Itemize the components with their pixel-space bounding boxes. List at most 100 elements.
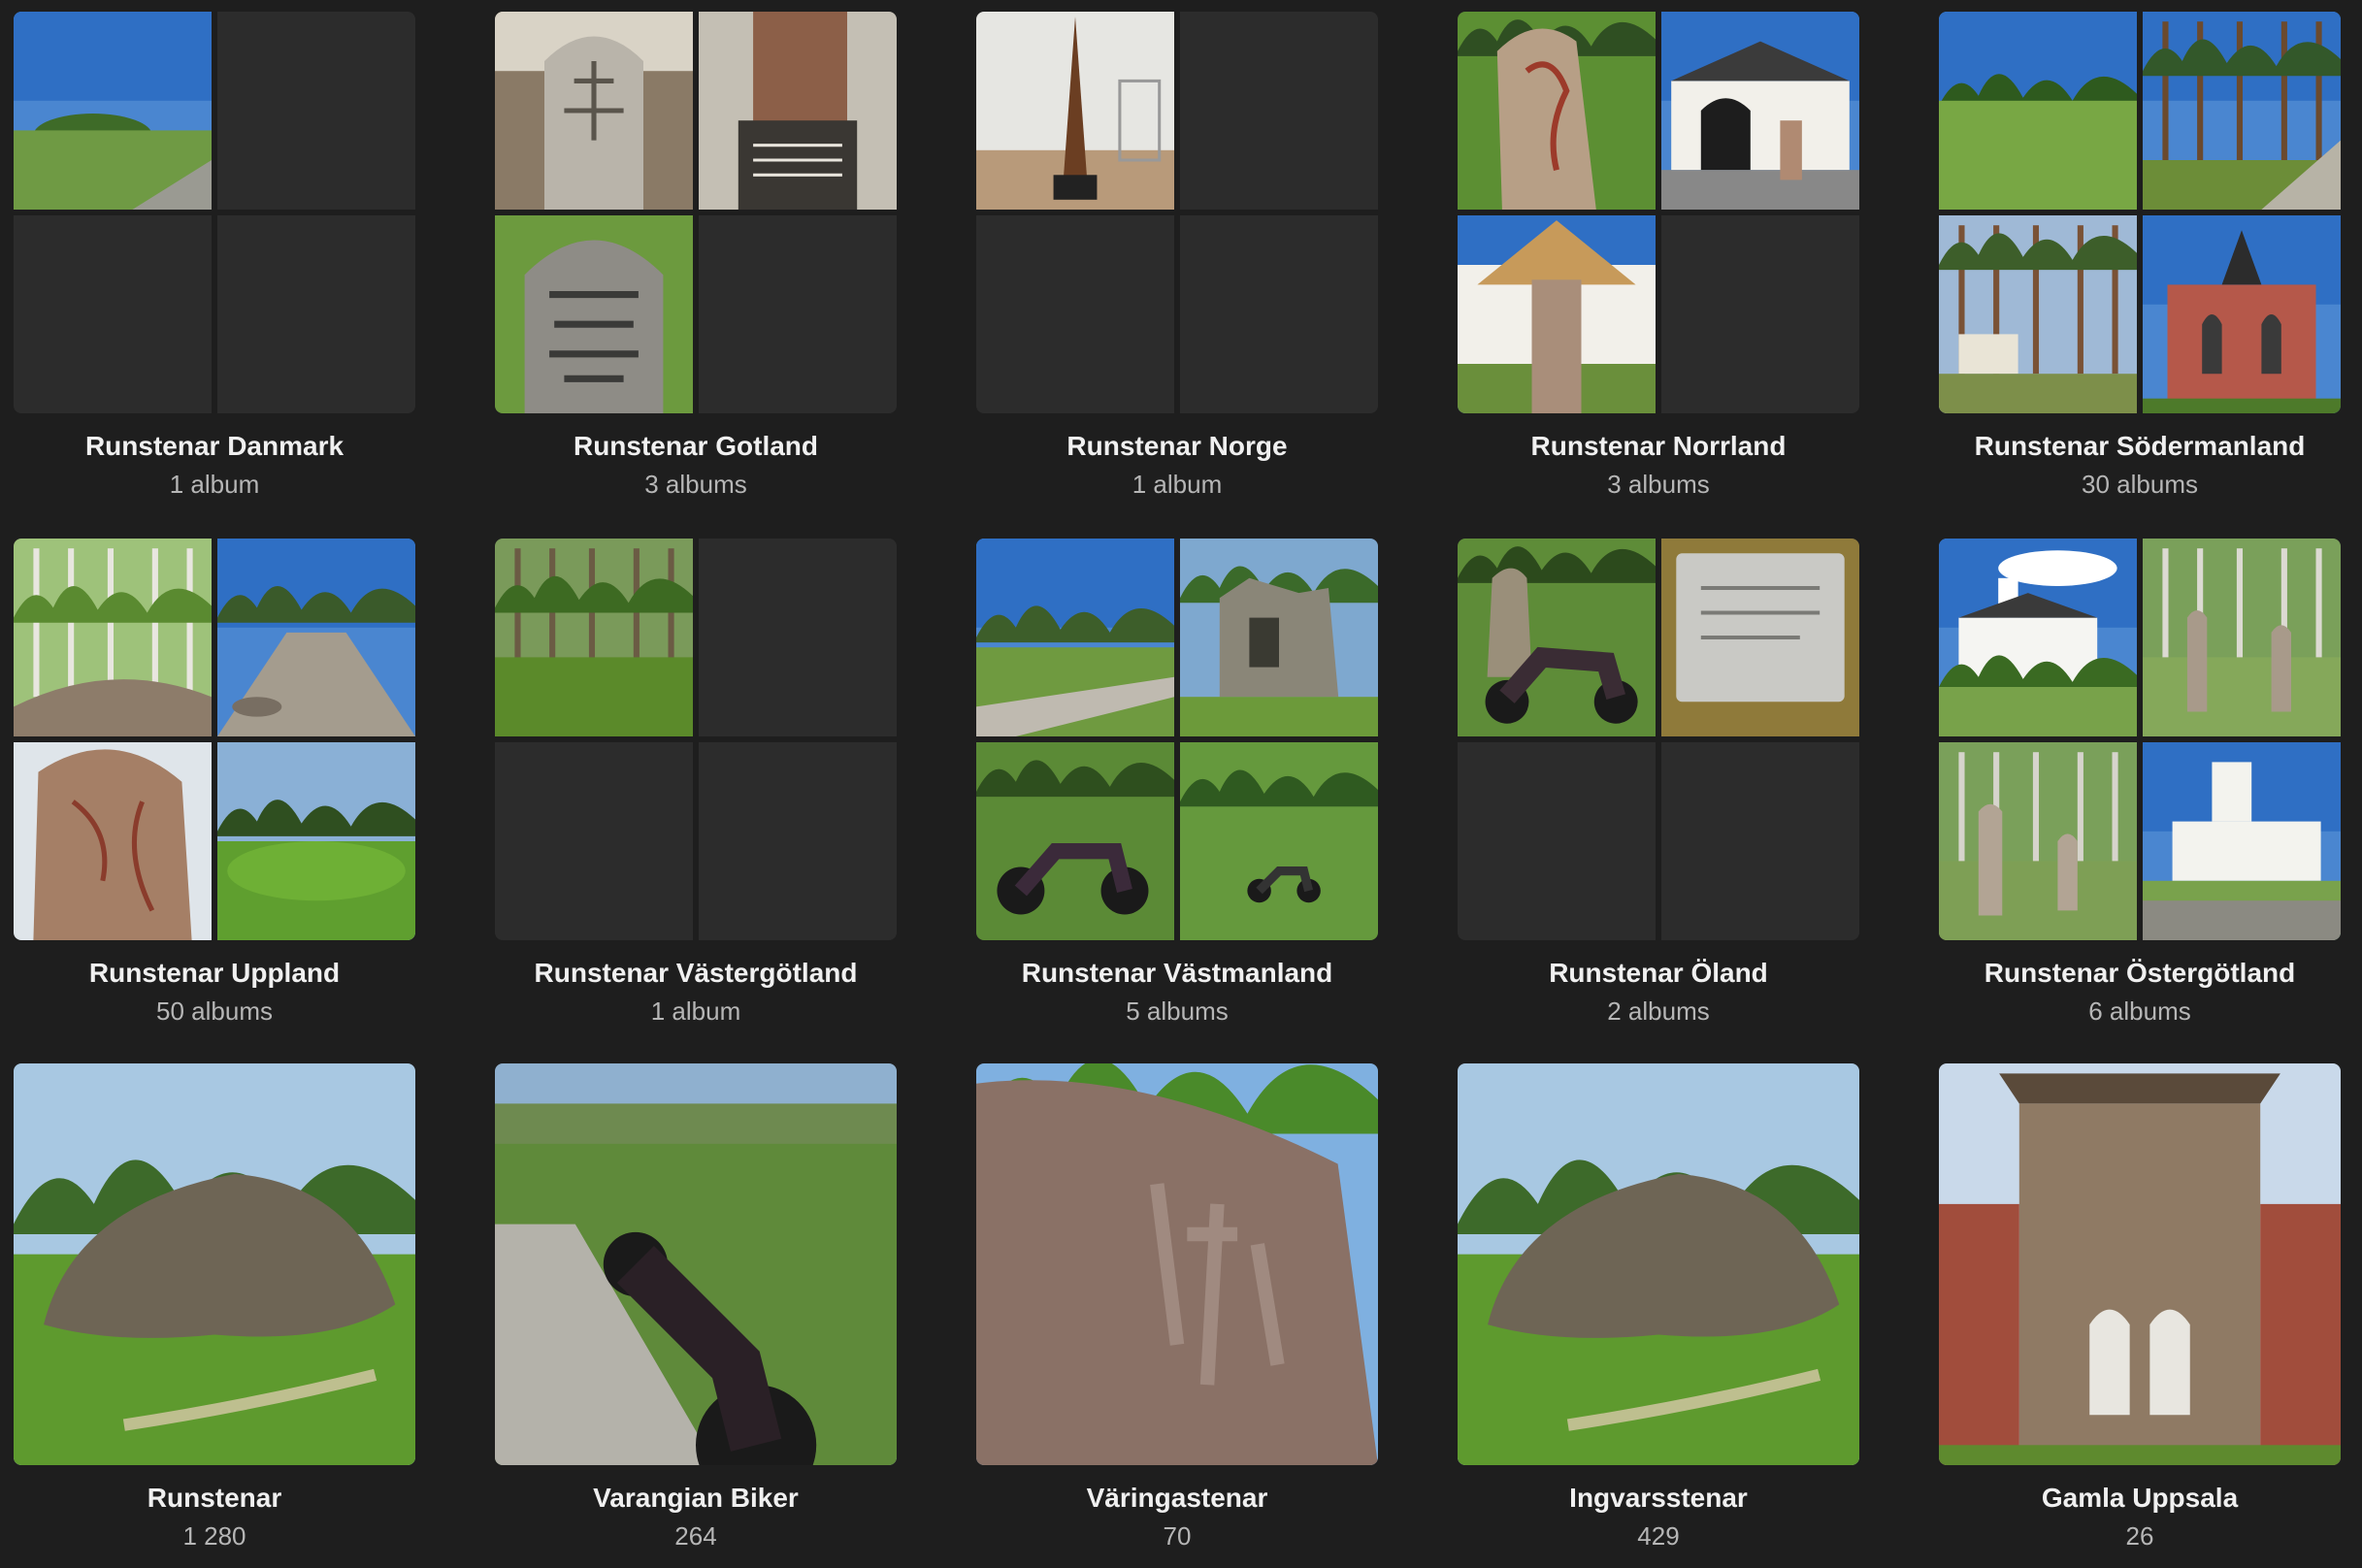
photo-runestones-birch [2143,539,2341,736]
photo-forest-undergrowth [495,539,693,736]
collection-count: 50 albums [156,996,273,1026]
empty-thumbnail [699,539,897,736]
folder-thumbnail-grid[interactable] [1939,539,2341,940]
photo-stone-ruin [1180,539,1378,736]
photo-white-church-gate [1661,12,1859,210]
collection-runstenar-uppland[interactable]: Runstenar Uppland 50 albums [14,539,415,1043]
photo-picture-stone-museum [495,12,693,210]
folder-thumbnail-grid[interactable] [976,539,1378,940]
empty-thumbnail [976,215,1174,413]
collection-count: 1 album [169,470,260,499]
photo-motorcycle-road [495,1063,897,1465]
folder-thumbnail-grid[interactable] [1939,12,2341,413]
collection-title: Runstenar Västmanland [1021,958,1333,988]
collection-count: 5 albums [1126,996,1229,1026]
photo-runestone-indoor [14,742,212,940]
collection-count: 1 album [1132,470,1223,499]
collection-varangian-biker[interactable]: Varangian Biker 264 [495,1063,897,1568]
folder-thumbnail-grid[interactable] [1458,539,1859,940]
collection-runstenar-ostergotland[interactable]: Runstenar Östergötland 6 albums [1939,539,2341,1043]
photo-museum-obelisk [976,12,1174,210]
collection-runstenar-vastergotland[interactable]: Runstenar Västergötland 1 album [495,539,897,1043]
album-cover[interactable] [1458,1063,1859,1465]
collection-ingvarsstenar[interactable]: Ingvarsstenar 429 [1458,1063,1859,1568]
collection-title: Runstenar Öland [1549,958,1768,988]
photo-stone-display-case [699,12,897,210]
collection-title: Varangian Biker [593,1483,799,1513]
photo-motorcycle-lawn [976,742,1174,940]
empty-thumbnail [217,12,415,210]
empty-thumbnail [1180,12,1378,210]
empty-thumbnail [217,215,415,413]
collection-count: 30 albums [2082,470,2198,499]
photo-boulder-field [1458,1063,1859,1465]
photo-park-path [976,539,1174,736]
collection-count: 429 [1637,1521,1680,1551]
photo-boulder-field [14,1063,415,1465]
folder-thumbnail-grid[interactable] [495,12,897,413]
photo-pine-forest-church [1939,215,2137,413]
collection-runstenar-gotland[interactable]: Runstenar Gotland 3 albums [495,12,897,516]
album-cover[interactable] [1939,1063,2341,1465]
collection-runstenar-danmark[interactable]: Runstenar Danmark 1 album [14,12,415,516]
collection-title: Runstenar Danmark [84,431,344,461]
photo-runestone-grass [1458,12,1656,210]
collection-count: 6 albums [2088,996,2191,1026]
collection-runstenar-norrland[interactable]: Runstenar Norrland 3 albums [1458,12,1859,516]
empty-thumbnail [14,215,212,413]
collection-varingastenar[interactable]: Väringastenar 70 [976,1063,1378,1568]
album-cover[interactable] [976,1063,1378,1465]
folder-thumbnail-grid[interactable] [1458,12,1859,413]
collection-count: 26 [2125,1521,2154,1551]
photo-motorcycle-lawn-far [1180,742,1378,940]
empty-thumbnail [1661,742,1859,940]
photo-green-lawn [217,742,415,940]
collection-count: 1 album [650,996,741,1026]
collection-runstenar-vastmanland[interactable]: Runstenar Västmanland 5 albums [976,539,1378,1043]
collection-title: Runstenar Uppland [88,958,341,988]
photo-mound-sky [14,12,212,210]
collections-grid: Runstenar Danmark 1 album Runstenar Gotlan… [0,0,2362,1564]
empty-thumbnail [495,742,693,940]
photo-runestone-shelter [1458,215,1656,413]
collection-count: 70 [1163,1521,1192,1551]
photo-white-church-sky [1939,539,2137,736]
photo-meadow-trees [1939,12,2137,210]
photo-metal-plaque [1661,539,1859,736]
collection-runstenar-sodermanland[interactable]: Runstenar Södermanland 30 albums [1939,12,2341,516]
empty-thumbnail [1458,742,1656,940]
photo-gravel-road [217,539,415,736]
photo-stone-church-tower [1939,1063,2341,1465]
photo-red-brick-church [2143,215,2341,413]
collection-title: Runstenar Gotland [573,431,818,461]
empty-thumbnail [1180,215,1378,413]
photo-motorcycle-runestone [1458,539,1656,736]
collection-title: Gamla Uppsala [2041,1483,2239,1513]
collection-title: Runstenar Södermanland [1974,431,2306,461]
collection-count: 264 [674,1521,717,1551]
collection-runstenar-norge[interactable]: Runstenar Norge 1 album [976,12,1378,516]
folder-thumbnail-grid[interactable] [495,539,897,940]
collection-title: Runstenar [147,1483,282,1513]
empty-thumbnail [699,215,897,413]
collection-title: Runstenar Norrland [1530,431,1787,461]
photo-white-church-wall [2143,742,2341,940]
collection-runstenar-oland[interactable]: Runstenar Öland 2 albums [1458,539,1859,1043]
collection-count: 2 albums [1607,996,1710,1026]
folder-thumbnail-grid[interactable] [14,539,415,940]
photo-runestones-birch-2 [1939,742,2137,940]
photo-pine-path [2143,12,2341,210]
album-cover[interactable] [14,1063,415,1465]
folder-thumbnail-grid[interactable] [14,12,415,413]
photo-rune-carving-closeup [976,1063,1378,1465]
empty-thumbnail [699,742,897,940]
album-cover[interactable] [495,1063,897,1465]
collection-title: Runstenar Västergötland [534,958,858,988]
photo-birch-path [14,539,212,736]
empty-thumbnail [1661,215,1859,413]
collection-gamla-uppsala[interactable]: Gamla Uppsala 26 [1939,1063,2341,1568]
collection-runstenar[interactable]: Runstenar 1 280 [14,1063,415,1568]
photo-picture-stone-carved [495,215,693,413]
collection-count: 1 280 [182,1521,246,1551]
folder-thumbnail-grid[interactable] [976,12,1378,413]
